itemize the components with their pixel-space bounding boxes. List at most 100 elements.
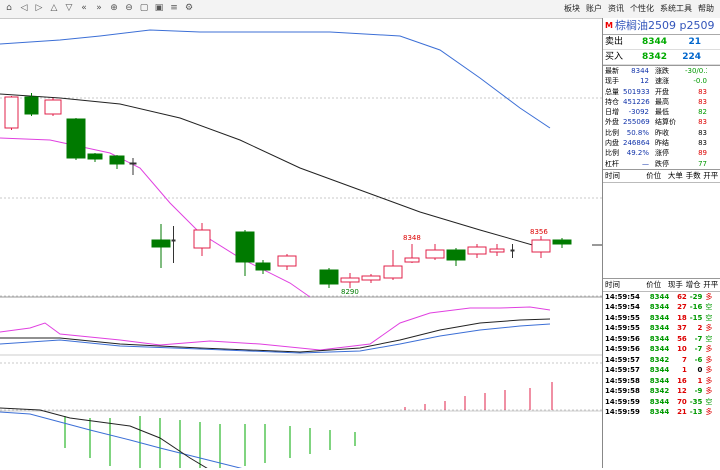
tick-time: 14:59:54 [605,303,640,312]
menu-item-1[interactable]: 账户 [586,3,602,14]
tick-delta: 1 [697,376,703,385]
header-cell: 增仓 [685,279,701,289]
candle-body [109,155,125,165]
stat-label-2: 涨跌 [655,67,669,75]
up-icon[interactable]: △ [49,3,59,13]
candle-body [235,231,255,263]
kline-chart-area[interactable]: 8290 8348 8356 [0,18,602,470]
list-icon[interactable]: ≡ [169,3,179,13]
menu-item-2[interactable]: 资讯 [608,3,624,14]
stat-row: 日增 -3092 最低 82 [603,107,720,117]
top-menu: 板块 账户 资讯 个性化 系统工具 帮助 [564,3,714,14]
home-icon[interactable]: ⌂ [4,3,14,13]
candle-body [510,249,515,252]
bid-ask: 卖出 8344 21 买入 8342 224 [603,35,720,65]
candle-body [44,99,62,115]
tick-price: 8344 [649,334,670,343]
tick-row: 14:59:59 8344 70 -35 空 [603,397,720,408]
tick-delta: -7 [694,334,703,343]
tick-side: 多 [705,387,713,396]
tick-row: 14:59:59 8344 21 -13 多 [603,407,720,418]
ask-row[interactable]: 卖出 8344 21 [603,35,720,50]
tick-time: 14:59:57 [605,355,640,364]
candle-body [340,277,360,283]
menu-item-4[interactable]: 系统工具 [660,3,692,14]
stat-value-2: 77 [698,159,707,168]
tick-time: 14:59:58 [605,376,640,385]
kline-chart[interactable]: 8290 8348 8356 [0,18,602,470]
menu-item-0[interactable]: 板块 [564,3,580,14]
zoom-in-icon[interactable]: ⊕ [109,3,119,13]
down-icon[interactable]: ▽ [64,3,74,13]
stat-label-2: 最高 [655,97,669,106]
stat-label: 杠杆 [605,159,619,168]
stat-label: 总量 [605,87,619,96]
stat-label-2: 昨收 [655,128,669,137]
tick-list[interactable]: 14:59:54 8344 62 -29 多 14:59:54 8344 27 -16 空 14:5… [603,292,720,418]
tick-delta: -15 [689,313,703,322]
tick-side: 空 [705,334,713,343]
stat-value-2: 83 [698,87,707,96]
stat-label-2: 涨停 [655,149,669,158]
tick-side: 多 [705,345,713,354]
ask-label: 卖出 [605,37,624,47]
stat-value: 246864 [623,139,650,148]
header-cell: 开平 [703,279,719,289]
tick-row: 14:59:54 8344 62 -29 多 [603,292,720,303]
menu-item-3[interactable]: 个性化 [630,3,654,14]
price-annotation: 8348 [403,234,421,242]
tick-price: 8344 [649,366,670,375]
stat-value: — [642,159,649,168]
stat-value-2: 89 [698,149,707,158]
candle-body [255,262,271,271]
candle-body [277,255,297,267]
tick-price: 8344 [649,292,670,301]
tick-qty: 10 [677,345,687,354]
back-icon[interactable]: ◁ [19,3,29,13]
lock-icon[interactable]: ▣ [154,3,164,13]
header-cell: 开平 [703,170,719,180]
stat-value: 50.8% [626,128,649,137]
stat-row: 比例 49.2% 涨停 89 [603,148,720,158]
candle-body [531,239,551,253]
stat-value: 255069 [623,118,650,127]
stat-value-2: 83 [698,128,707,137]
kdj-j-line [0,323,551,354]
stat-label: 外盘 [605,118,619,127]
stat-value-2: -0.0 [693,77,707,86]
settings-icon[interactable]: ⚙ [184,3,194,13]
stat-label: 日增 [605,108,619,117]
forward-icon[interactable]: ▷ [34,3,44,13]
tick-time: 14:59:54 [605,292,640,301]
tick-side: 多 [705,355,713,364]
tick-side: 空 [705,303,713,312]
left-icon[interactable]: « [79,3,89,13]
bid-row[interactable]: 买入 8342 224 [603,50,720,65]
stat-label: 最新 [605,67,619,75]
candle-body [446,249,466,261]
tick-price: 8344 [649,324,670,333]
tick-time: 14:59:59 [605,397,640,406]
menu-item-5[interactable]: 帮助 [698,3,714,14]
header-cell: 时间 [605,279,620,289]
stat-label-2: 开盘 [655,87,669,96]
tick-time: 14:59:59 [605,408,640,417]
tick-qty: 70 [677,397,687,406]
header-cell: 价位 [646,279,662,289]
toolbar-icons: ⌂ ◁ ▷ △ ▽ « » ⊕ ⊖ ▢ ▣ ≡ ⚙ [4,3,194,13]
tick-row: 14:59:56 8344 10 -7 多 [603,344,720,355]
square-icon[interactable]: ▢ [139,3,149,13]
zoom-out-icon[interactable]: ⊖ [124,3,134,13]
candle-body [129,162,137,165]
tick-price: 8342 [649,355,670,364]
price-annotation: 8290 [341,288,359,296]
kdj-k-line [0,306,551,351]
stat-value-2: 83 [698,97,707,106]
stat-row: 比例 50.8% 昨收 83 [603,128,720,138]
right-icon[interactable]: » [94,3,104,13]
tick-row: 14:59:57 8344 1 0 多 [603,365,720,376]
tick-time: 14:59:57 [605,366,640,375]
stat-label-2: 速涨 [655,77,669,86]
candle-body [425,249,445,259]
bid-label: 买入 [605,52,624,62]
